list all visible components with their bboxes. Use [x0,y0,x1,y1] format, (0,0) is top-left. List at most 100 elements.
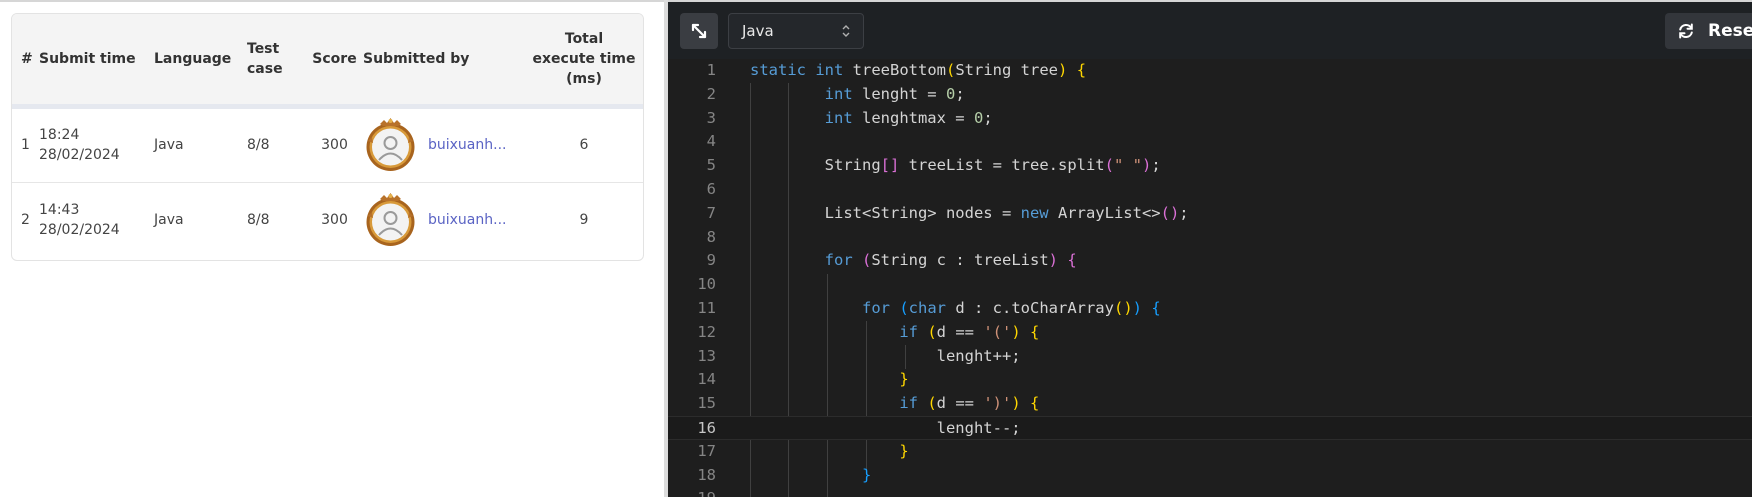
code-text: int lenghtmax = 0; [824,108,993,127]
submissions-panel: # Submit time Language Test case Score S… [0,0,667,497]
code-editor[interactable]: 1 static int treeBottom(String tree) { 2 i… [668,59,1752,497]
row-total-time: 6 [579,137,589,153]
line-number: 15 [697,394,716,413]
line-number: 3 [706,108,716,127]
line-number: 9 [706,251,716,270]
code-text: static int treeBottom(String tree) { [750,61,1087,79]
line-number: 12 [697,322,716,341]
code-line[interactable]: 11 for (char d : c.toCharArray()) { [668,297,1752,321]
line-number: 18 [697,465,716,484]
chevron-updown-icon [842,25,850,37]
code-line[interactable]: 5 String[] treeList = tree.split(" "); [668,154,1752,178]
default-avatar-icon[interactable] [363,192,418,248]
row-time: 14:43 [39,202,80,219]
header-total-time: Total execute time (ms) [525,14,643,106]
header-test-case-line1: Test [247,40,280,57]
code-text: } [861,465,872,484]
code-line[interactable]: 4 [668,130,1752,154]
code-line[interactable]: 18 } [668,464,1752,488]
code-text: } [899,370,909,389]
table-row[interactable]: 1 18:24 28/02/2024 Java 8/8 300 buixuanh… [12,106,643,182]
line-number: 19 [668,487,716,497]
row-test-case: 8/8 [247,137,270,153]
row-language: Java [154,212,184,229]
expand-arrows-icon [691,23,707,39]
header-total-line2: execute time [532,50,636,67]
row-submitted-by: buixuanh... [363,106,525,182]
header-test-case-line2: case [247,60,283,77]
line-number: 8 [706,227,716,246]
line-number: 11 [697,299,716,317]
code-text: for (String c : treeList) { [824,251,1077,270]
code-line[interactable]: 14 } [668,368,1752,392]
row-test-case: 8/8 [247,212,270,229]
code-line[interactable]: 8 [668,226,1752,250]
row-date: 28/02/2024 [39,147,120,163]
code-editor-panel: Java Reset 1 static int treeBottom(String… [668,0,1752,497]
line-number: 1 [706,61,716,79]
row-submit-time: 18:24 28/02/2024 [39,106,154,182]
editor-toolbar: Java Reset [668,2,1752,59]
code-line[interactable]: 2 int lenght = 0; [668,83,1752,107]
code-text: int lenght = 0; [824,84,965,103]
user-link[interactable]: buixuanh... [428,135,506,155]
submissions-card: # Submit time Language Test case Score S… [11,13,644,261]
row-language: Java [154,137,184,153]
line-number: 2 [706,84,716,103]
table-row[interactable]: 2 14:43 28/02/2024 Java 8/8 300 buixuanh… [12,182,643,258]
row-score: 300 [321,212,348,229]
line-number: 4 [706,132,716,151]
header-score: Score [312,50,357,67]
code-line[interactable]: 15 if (d == ')') { [668,392,1752,416]
code-text: for (char d : c.toCharArray()) { [861,299,1161,317]
line-number: 6 [706,180,716,198]
reset-button[interactable]: Reset [1665,13,1752,49]
user-link[interactable]: buixuanh... [428,210,506,230]
reset-label: Reset [1708,21,1752,41]
default-avatar-icon[interactable] [363,117,418,173]
code-line[interactable]: 10 [668,273,1752,297]
line-number: 14 [697,370,716,389]
row-total-time: 9 [579,212,589,229]
line-number: 16 [697,419,716,437]
code-line[interactable]: 9 for (String c : treeList) { [668,249,1752,273]
row-score: 300 [321,137,348,153]
header-submit-time: Submit time [39,50,136,67]
code-line[interactable]: 6 [668,178,1752,202]
code-text: if (d == '(') { [899,322,1040,341]
code-text: lenght--; [750,419,1021,437]
line-number: 17 [697,441,716,460]
table-header-row: # Submit time Language Test case Score S… [12,14,643,106]
code-text: if (d == ')') { [899,394,1040,413]
code-line[interactable]: 19 [668,487,1752,497]
code-line[interactable]: 7 List<String> nodes = new ArrayList<>()… [668,202,1752,226]
header-total-line3: (ms) [566,70,602,87]
code-text: lenght++; [750,346,1021,365]
language-select-value: Java [742,22,774,40]
line-number: 7 [706,203,716,222]
code-text: List<String> nodes = new ArrayList<>(); [750,203,1189,222]
code-line[interactable]: 17 } [668,440,1752,464]
row-date: 28/02/2024 [39,222,120,239]
line-number: 13 [697,346,716,365]
code-text: String[] treeList = tree.split(" "); [750,156,1161,175]
code-line[interactable]: 3 int lenghtmax = 0; [668,107,1752,131]
expand-button[interactable] [680,13,718,49]
submissions-table: # Submit time Language Test case Score S… [12,14,643,258]
header-test-case: Test case [247,14,306,106]
row-submitted-by: buixuanh... [363,182,525,258]
language-select[interactable]: Java [728,13,864,49]
header-total-line1: Total [564,30,604,47]
code-line[interactable]: 12 if (d == '(') { [668,321,1752,345]
row-submit-time: 14:43 28/02/2024 [39,182,154,258]
code-text: } [899,441,909,460]
row-index: 2 [21,212,30,229]
row-index: 1 [21,137,30,153]
code-line[interactable]: 13 lenght++; [668,345,1752,369]
header-submitted-by: Submitted by [363,50,470,67]
line-number: 5 [706,156,716,175]
code-line[interactable]: 1 static int treeBottom(String tree) { [668,59,1752,83]
row-time: 18:24 [39,127,80,143]
header-index: # [21,50,33,67]
code-line[interactable]: 16 lenght--; [668,416,1752,440]
